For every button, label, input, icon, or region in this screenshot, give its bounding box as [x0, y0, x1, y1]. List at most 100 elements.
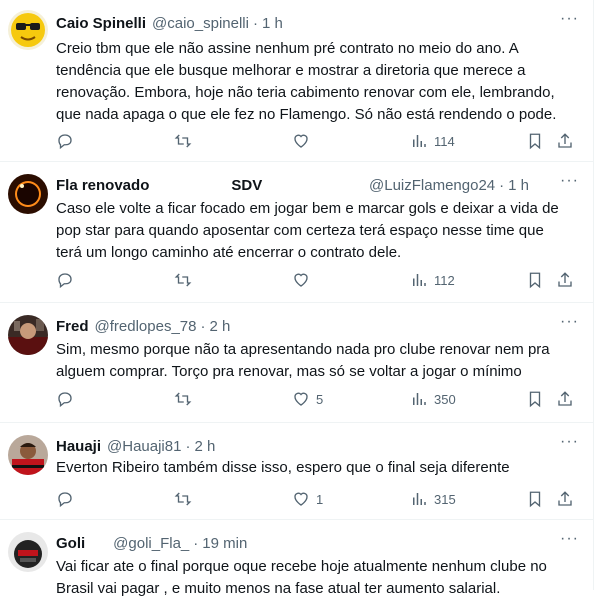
user-handle[interactable]: @Hauaji81	[107, 438, 181, 455]
tweet-text: Creio tbm que ele não assine nenhum pré …	[56, 38, 579, 126]
share-button[interactable]	[556, 271, 574, 289]
player-avatar[interactable]	[8, 435, 48, 475]
separator-dot: ·	[200, 317, 206, 335]
retweet-button[interactable]	[174, 490, 198, 508]
action-bar: 114	[56, 132, 579, 154]
retweet-button[interactable]	[174, 132, 198, 150]
eclipse-avatar[interactable]	[8, 174, 48, 214]
display-name[interactable]: Goli	[56, 535, 85, 552]
tweet-goli[interactable]: Goli @goli_Fla_ · 19 min ··· Vai ficar a…	[0, 520, 593, 597]
retweet-button[interactable]	[174, 271, 198, 289]
tweet-text: Caso ele volte a ficar focado em jogar b…	[56, 198, 579, 264]
bookmark-button[interactable]	[526, 132, 544, 150]
user-handle[interactable]: @fredlopes_78	[95, 318, 197, 335]
tweet-text-line: Everton Ribeiro também disse isso, esper…	[56, 459, 510, 476]
action-bar: 5 350	[56, 390, 579, 412]
reply-button[interactable]	[56, 132, 80, 150]
views-chart-icon	[410, 132, 428, 150]
retweet-icon	[174, 271, 192, 289]
timestamp[interactable]: 2 h	[209, 318, 230, 335]
share-button[interactable]	[556, 490, 574, 508]
separator-dot: ·	[193, 534, 199, 552]
action-bar: 1 315	[56, 490, 579, 512]
views-button[interactable]: 114	[410, 132, 455, 150]
reply-icon	[56, 390, 74, 408]
like-count: 1	[316, 491, 324, 507]
tweet-text-line: Sim, mesmo porque não ta apresentando na…	[56, 341, 550, 358]
tweet-fla-renovado[interactable]: Fla renovado SDV @LuizFlamengo24 · 1 h ·…	[0, 162, 593, 303]
sunglasses-emoji-avatar[interactable]	[8, 10, 48, 50]
retweet-icon	[174, 490, 192, 508]
user-handle[interactable]: @goli_Fla_	[113, 535, 189, 552]
more-options-icon[interactable]: ···	[560, 11, 579, 27]
tweet-text-line: que nada apaga o que ele fez no Flamengo…	[56, 106, 557, 123]
share-button[interactable]	[556, 390, 574, 408]
photo-avatar[interactable]	[8, 315, 48, 355]
views-button[interactable]: 315	[410, 490, 456, 508]
reply-icon	[56, 490, 74, 508]
like-button[interactable]	[292, 271, 316, 289]
tweet-caio-spinelli[interactable]: Caio Spinelli @caio_spinelli · 1 h ··· C…	[0, 0, 593, 162]
views-chart-icon	[410, 271, 428, 289]
views-count: 114	[434, 133, 455, 149]
tweet-header: Hauaji @Hauaji81 · 2 h	[56, 435, 583, 457]
bookmark-icon	[526, 132, 544, 150]
display-name[interactable]: Fred	[56, 318, 89, 335]
more-options-icon[interactable]: ···	[560, 173, 579, 189]
reply-button[interactable]	[56, 490, 80, 508]
user-handle[interactable]: @caio_spinelli	[152, 15, 249, 32]
timestamp[interactable]: 1 h	[508, 177, 529, 194]
tweet-hauaji[interactable]: Hauaji @Hauaji81 · 2 h ··· Everton Ribei…	[0, 423, 593, 520]
bookmark-button[interactable]	[526, 390, 544, 408]
reply-button[interactable]	[56, 271, 80, 289]
display-name[interactable]: Fla renovado	[56, 177, 149, 194]
tweet-header: Fred @fredlopes_78 · 2 h	[56, 315, 583, 337]
like-button[interactable]	[292, 132, 316, 150]
tweet-fred[interactable]: Fred @fredlopes_78 · 2 h ··· Sim, mesmo …	[0, 303, 593, 423]
more-options-icon[interactable]: ···	[560, 314, 579, 330]
views-chart-icon	[410, 390, 428, 408]
like-button[interactable]: 1	[292, 490, 323, 508]
retweet-icon	[174, 390, 192, 408]
tweet-text-line: Brasil vai pagar , e muito menos na fase…	[56, 580, 501, 597]
tweet-header: Caio Spinelli @caio_spinelli · 1 h	[56, 12, 583, 34]
action-bar: 112	[56, 271, 579, 293]
tweet-text-line: terá um longo caminho até encerrar o con…	[56, 244, 402, 261]
like-button[interactable]: 5	[292, 390, 323, 408]
tweet-text: Everton Ribeiro também disse isso, esper…	[56, 457, 579, 479]
helmet-avatar[interactable]	[8, 532, 48, 572]
reply-icon	[56, 132, 74, 150]
share-icon	[556, 390, 574, 408]
views-chart-icon	[410, 490, 428, 508]
like-count: 5	[316, 391, 324, 407]
tweet-text: Vai ficar ate o final porque oque recebe…	[56, 556, 579, 600]
tweet-text-line: Caso ele volte a ficar focado em jogar b…	[56, 200, 559, 217]
views-button[interactable]: 350	[410, 390, 456, 408]
heart-icon	[292, 271, 310, 289]
retweet-icon	[174, 132, 192, 150]
views-button[interactable]: 112	[410, 271, 455, 289]
timestamp[interactable]: 1 h	[262, 15, 283, 32]
timestamp[interactable]: 2 h	[194, 438, 215, 455]
more-options-icon[interactable]: ···	[560, 531, 579, 547]
share-button[interactable]	[556, 132, 574, 150]
reply-button[interactable]	[56, 390, 80, 408]
bookmark-icon	[526, 271, 544, 289]
heart-icon	[292, 490, 310, 508]
views-count: 112	[434, 272, 455, 288]
bookmark-button[interactable]	[526, 490, 544, 508]
display-name[interactable]: Caio Spinelli	[56, 15, 146, 32]
display-name[interactable]: Hauaji	[56, 438, 101, 455]
timestamp[interactable]: 19 min	[202, 535, 247, 552]
user-handle[interactable]: @LuizFlamengo24	[369, 177, 495, 194]
separator-dot: ·	[252, 14, 258, 32]
display-name-suffix: SDV	[231, 176, 263, 194]
more-options-icon[interactable]: ···	[560, 434, 579, 450]
tweet-header: Goli @goli_Fla_ · 19 min	[56, 532, 583, 554]
bookmark-button[interactable]	[526, 271, 544, 289]
tweet-text-line: renovação. Embora, hoje não teria cabime…	[56, 84, 555, 101]
retweet-button[interactable]	[174, 390, 198, 408]
reply-icon	[56, 271, 74, 289]
separator-dot: ·	[185, 437, 191, 455]
bookmark-icon	[526, 390, 544, 408]
